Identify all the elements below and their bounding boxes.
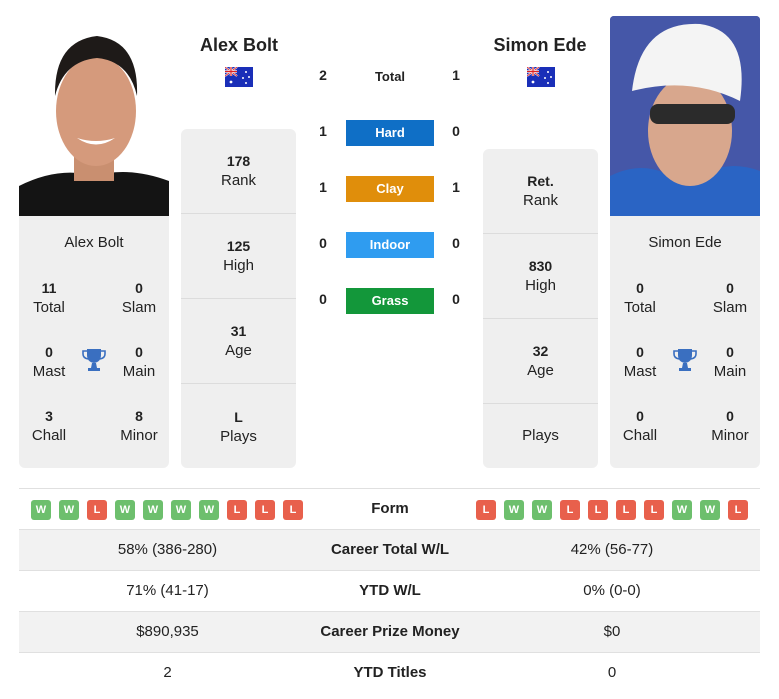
surface-hard-badge[interactable]: Hard (346, 120, 434, 146)
player1-photo (19, 16, 169, 216)
form-loss-badge[interactable]: L (476, 500, 496, 520)
surface-grass-badge[interactable]: Grass (346, 288, 434, 314)
form-win-badge[interactable]: W (171, 500, 191, 520)
form-row: WWLWWWWLLL Form LWWLLLLWWL (19, 488, 760, 529)
titles-slam: 0 Slam (712, 280, 748, 316)
player2-card-name: Simon Ede (648, 234, 722, 251)
titles-total: 11 Total (33, 280, 65, 316)
player1-titles-card: Alex Bolt 11 Total 0 Slam 0 Mast 0 Main 3 Cha… (19, 216, 169, 468)
player1-form: WWLWWWWLLL (31, 500, 303, 520)
row-label: YTD W/L (359, 582, 421, 599)
titles-minor: 8 Minor (120, 408, 158, 444)
titles-total: 0 Total (624, 280, 656, 316)
h2h-hard-p2: 0 (452, 123, 460, 139)
row-label: Career Total W/L (330, 541, 450, 558)
info-age: 31 Age (181, 299, 296, 384)
table-row: 71% (41-17) YTD W/L 0% (0-0) (19, 570, 760, 611)
titles-mast: 0 Mast (32, 344, 66, 380)
player2-value: $0 (603, 623, 621, 640)
form-win-badge[interactable]: W (672, 500, 692, 520)
h2h-grass-p1: 0 (319, 291, 327, 307)
trophy-icon (81, 347, 107, 373)
table-row: 58% (386-280) Career Total W/L 42% (56-7… (19, 529, 760, 570)
form-loss-badge[interactable]: L (644, 500, 664, 520)
info-plays: L Plays (220, 408, 257, 445)
h2h-total-p1: 2 (319, 67, 327, 83)
player1-value: 2 (163, 664, 172, 681)
player1-name[interactable]: Alex Bolt (164, 35, 314, 56)
table-row: 2 YTD Titles 0 (19, 652, 760, 693)
player1-info-card: 178 Rank 125 High 31 Age L Plays (181, 129, 296, 468)
player2-value: 0 (607, 664, 617, 681)
player1-card-name: Alex Bolt (64, 234, 124, 251)
row-label: YTD Titles (353, 664, 427, 681)
form-loss-badge[interactable]: L (227, 500, 247, 520)
form-loss-badge[interactable]: L (588, 500, 608, 520)
info-age: 32 Age (483, 319, 598, 404)
h2h-indoor-p2: 0 (452, 235, 460, 251)
titles-slam: 0 Slam (121, 280, 157, 316)
player2-info-card: Ret. Rank 830 High 32 Age Plays (483, 149, 598, 468)
form-loss-badge[interactable]: L (255, 500, 275, 520)
form-win-badge[interactable]: W (143, 500, 163, 520)
player2-value: 42% (56-77) (570, 541, 654, 558)
titles-minor: 0 Minor (711, 408, 749, 444)
player2-name[interactable]: Simon Ede (465, 35, 615, 56)
titles-main: 0 Main (122, 344, 156, 380)
player1-value: $890,935 (136, 623, 199, 640)
h2h-clay-p1: 1 (319, 179, 327, 195)
player2-form: LWWLLLLWWL (476, 500, 748, 520)
titles-chall: 0 Chall (622, 408, 658, 444)
australia-flag-icon (526, 66, 555, 87)
form-label: Form (371, 500, 409, 517)
h2h-grass-p2: 0 (452, 291, 460, 307)
player2-titles-card: Simon Ede 0 Total 0 Slam 0 Mast 0 Main 0 Chal… (610, 216, 760, 468)
info-plays: Plays (522, 427, 559, 444)
form-loss-badge[interactable]: L (87, 500, 107, 520)
form-loss-badge[interactable]: L (616, 500, 636, 520)
info-high: 830 High (483, 234, 598, 319)
table-row: $890,935 Career Prize Money $0 (19, 611, 760, 652)
surface-indoor-badge[interactable]: Indoor (346, 232, 434, 258)
info-rank: Ret. Rank (483, 149, 598, 234)
player2-value: 0% (0-0) (583, 582, 641, 599)
h2h-total-label: Total (374, 69, 406, 84)
row-label: Career Prize Money (320, 623, 460, 640)
australia-flag-icon (224, 66, 253, 87)
form-win-badge[interactable]: W (700, 500, 720, 520)
trophy-icon (672, 347, 698, 373)
h2h-clay-p2: 1 (452, 179, 460, 195)
player2-photo (610, 16, 760, 216)
player1-value: 58% (386-280) (117, 541, 218, 558)
form-win-badge[interactable]: W (532, 500, 552, 520)
form-win-badge[interactable]: W (115, 500, 135, 520)
titles-chall: 3 Chall (31, 408, 67, 444)
form-win-badge[interactable]: W (504, 500, 524, 520)
titles-main: 0 Main (713, 344, 747, 380)
surface-clay-badge[interactable]: Clay (346, 176, 434, 202)
player1-value: 71% (41-17) (126, 582, 209, 599)
form-win-badge[interactable]: W (31, 500, 51, 520)
form-loss-badge[interactable]: L (560, 500, 580, 520)
h2h-total-p2: 1 (452, 67, 460, 83)
form-win-badge[interactable]: W (59, 500, 79, 520)
h2h-hard-p1: 1 (319, 123, 327, 139)
h2h-indoor-p1: 0 (319, 235, 327, 251)
form-loss-badge[interactable]: L (728, 500, 748, 520)
form-loss-badge[interactable]: L (283, 500, 303, 520)
form-win-badge[interactable]: W (199, 500, 219, 520)
info-rank: 178 Rank (181, 129, 296, 214)
titles-mast: 0 Mast (623, 344, 657, 380)
info-high: 125 High (181, 214, 296, 299)
